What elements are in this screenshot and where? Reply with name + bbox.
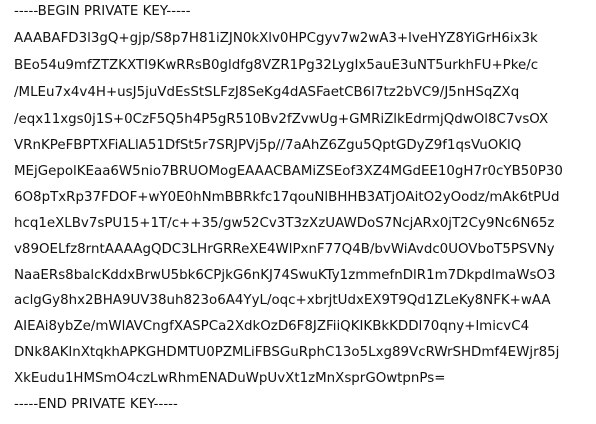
key-line-4: /eqx11xgs0j1S+0CzF5Q5h4P5gR510Bv2fZvwUg+… (14, 112, 549, 127)
key-end-marker: -----END PRIVATE KEY----- (14, 397, 178, 412)
key-line-8: hcq1eXLBv7sPU15+1T/c++35/gw52Cv3T3zXzUAW… (14, 216, 555, 231)
key-line-14: XkEudu1HMSmO4czLwRhmENADuWpUvXt1zMnXsprG… (14, 371, 446, 386)
key-line-6: MEjGepolKEaa6W5nio7BRUOMogEAAACBAMiZSEof… (14, 164, 563, 179)
key-line-2: BEo54u9mfZTZKXTI9KwRRsB0gldfg8VZR1Pg32Ly… (14, 58, 539, 73)
key-line-9: v89OELfz8rntAAAAgQDC3LHrGRReXE4WlPxnF77Q… (14, 242, 555, 257)
key-line-13: DNk8AKlnXtqkhAPKGHDMTU0PZMLiFBSGuRphC13o… (14, 345, 560, 360)
key-begin-marker: -----BEGIN PRIVATE KEY----- (14, 4, 191, 19)
key-line-7: 6O8pTxRp37FDOF+wY0E0hNmBBRkfc17qouNlBHHB… (14, 190, 560, 205)
key-line-11: aclgGy8hx2BHA9UV38uh823o6A4YyL/oqc+xbrjt… (14, 293, 551, 308)
key-line-3: /MLEu7x4v4H+usJ5juVdEsStSLFzJ8SeKg4dASFa… (14, 85, 520, 100)
key-line-12: AIEAi8ybZe/mWlAVCngfXASPCa2XdkOzD6F8JZFi… (14, 319, 530, 334)
key-line-10: NaaERs8balcKddxBrwU5bk6CPjkG6nKJ74SwuKTy… (14, 268, 556, 283)
key-line-1: AAABAFD3l3gQ+gjp/S8p7H81iZJN0kXlv0HPCgyv… (14, 31, 538, 46)
key-line-5: VRnKPeFBPTXFiALlA51DfSt5r7SRJPVj5p//7aAh… (14, 138, 522, 153)
private-key-text: -----BEGIN PRIVATE KEY----- AAABAFD3l3gQ… (14, 0, 592, 424)
